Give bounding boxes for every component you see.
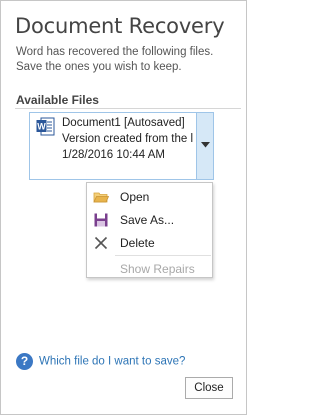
help-link-text: Which file do I want to save?	[39, 355, 186, 368]
menu-item-label: Delete	[120, 236, 155, 250]
recovered-file-item[interactable]: W Document1 [Autosaved] Version created …	[29, 112, 214, 180]
file-version-info: Version created from the l	[62, 133, 194, 145]
menu-item-label: Show Repairs	[120, 262, 195, 276]
description-line-2: Save the ones you wish to keep.	[16, 61, 182, 73]
word-doc-icon: W	[36, 117, 55, 136]
menu-item-open[interactable]: Open	[88, 185, 212, 208]
section-divider	[15, 108, 241, 109]
delete-x-icon	[93, 235, 109, 251]
available-files-label: Available Files	[16, 93, 99, 107]
document-recovery-pane: Document Recovery Word has recovered the…	[0, 0, 247, 415]
file-date: 1/28/2016 10:44 AM	[62, 149, 165, 161]
menu-item-label: Save As...	[120, 213, 175, 227]
menu-item-label: Open	[120, 190, 150, 204]
folder-open-icon	[93, 189, 110, 205]
close-button[interactable]: Close	[185, 377, 233, 399]
pane-title: Document Recovery	[15, 14, 225, 38]
svg-text:W: W	[37, 122, 46, 132]
file-context-menu: Open Save As... Delete Show Repairs	[86, 182, 213, 278]
menu-item-show-repairs: Show Repairs	[88, 257, 212, 280]
file-options-dropdown-button[interactable]	[196, 113, 213, 179]
save-icon	[93, 212, 109, 228]
chevron-down-icon	[201, 142, 210, 148]
pane-description: Word has recovered the following files. …	[16, 45, 241, 75]
file-name: Document1 [Autosaved]	[62, 117, 185, 129]
help-link[interactable]: ? Which file do I want to save?	[16, 353, 185, 370]
menu-item-delete[interactable]: Delete	[88, 231, 212, 254]
help-question-icon: ?	[16, 353, 33, 370]
menu-item-save-as[interactable]: Save As...	[88, 208, 212, 231]
menu-separator	[115, 255, 211, 256]
description-line-1: Word has recovered the following files.	[16, 46, 214, 58]
